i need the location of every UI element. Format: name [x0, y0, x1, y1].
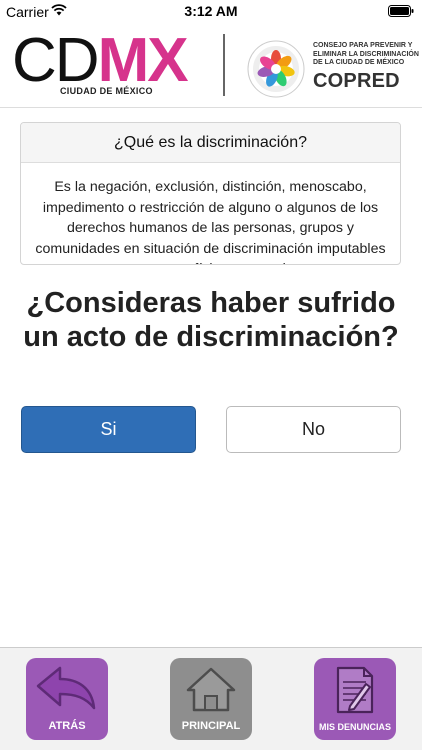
question-heading: ¿Consideras haber sufrido un acto de dis…	[23, 287, 399, 353]
info-card-title: ¿Qué es la discriminación?	[21, 123, 400, 163]
home-button[interactable]: PRINCIPAL	[170, 658, 252, 740]
my-complaints-label: MIS DENUNCIAS	[318, 722, 391, 732]
my-complaints-button[interactable]: MIS DENUNCIAS	[314, 658, 396, 740]
app-header: CDMX CIUDAD DE MÉXICO CONSEJO PARA PREVE…	[0, 22, 422, 108]
yes-button[interactable]: Si	[21, 406, 196, 453]
copred-name: COPRED	[313, 69, 400, 92]
copred-seal-icon	[247, 40, 305, 98]
status-time: 3:12 AM	[184, 3, 238, 19]
cdmx-subtitle: CIUDAD DE MÉXICO	[60, 86, 153, 96]
bottom-nav: ATRÁS PRINCIPAL MIS DENUNCIAS	[0, 647, 422, 750]
no-button[interactable]: No	[226, 406, 401, 453]
header-divider	[223, 34, 225, 96]
document-pen-icon	[336, 666, 374, 714]
home-icon	[186, 667, 236, 712]
back-button[interactable]: ATRÁS	[26, 658, 108, 740]
back-arrow-icon	[36, 666, 96, 710]
cdmx-logo: CDMX CIUDAD DE MÉXICO	[12, 30, 212, 100]
copred-logo-text: CONSEJO PARA PREVENIR Y ELIMINAR LA DISC…	[313, 42, 421, 93]
home-label: PRINCIPAL	[181, 720, 241, 732]
info-card: ¿Qué es la discriminación? Es la negació…	[20, 122, 401, 265]
cdmx-logo-mx: MX	[97, 26, 189, 95]
back-label: ATRÁS	[48, 720, 86, 732]
cdmx-logo-cd: CD	[12, 26, 100, 95]
status-bar: Carrier 3:12 AM	[0, 0, 422, 22]
copred-description: CONSEJO PARA PREVENIR Y ELIMINAR LA DISC…	[313, 42, 419, 66]
battery-icon	[388, 5, 414, 17]
info-card-body[interactable]: Es la negación, exclusión, distinción, m…	[21, 163, 400, 264]
